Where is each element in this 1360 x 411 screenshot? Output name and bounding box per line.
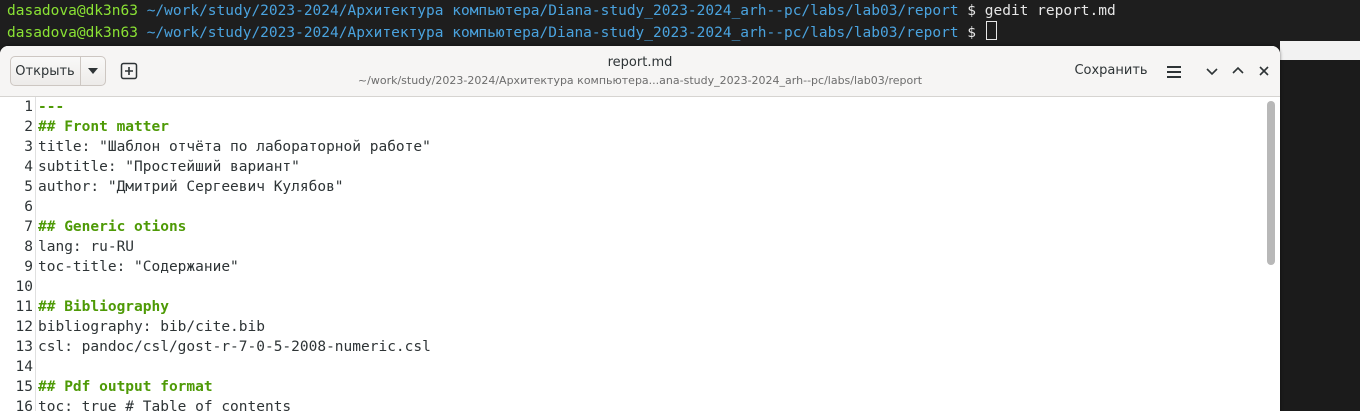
code-line[interactable]: ## Front matter	[38, 117, 169, 137]
minimize-icon[interactable]	[1205, 63, 1219, 77]
save-button[interactable]: Сохранить	[1066, 60, 1156, 82]
line-number: 4	[24, 159, 33, 175]
terminal-command: gedit report.md	[984, 3, 1116, 19]
close-icon[interactable]	[1257, 63, 1271, 77]
maximize-icon[interactable]	[1231, 63, 1245, 77]
line-number: 14	[15, 359, 33, 375]
line-number: 6	[24, 199, 33, 215]
terminal-path: ~/work/study/2023-2024/Архитектура компь…	[146, 3, 959, 19]
line-number: 1	[24, 99, 33, 115]
line-number: 9	[24, 259, 33, 275]
open-button-group: Открыть	[10, 56, 106, 86]
chevron-down-icon[interactable]	[81, 57, 106, 85]
scrollbar-thumb[interactable]	[1267, 101, 1275, 265]
window-subtitle: ~/work/study/2023-2024/Архитектура компь…	[357, 74, 923, 87]
terminal-line: dasadova@dk3n63 ~/work/study/2023-2024/А…	[7, 1, 1116, 21]
line-number: 8	[24, 239, 33, 255]
line-number: 16	[15, 399, 33, 411]
line-number: 2	[24, 119, 33, 135]
line-number: 11	[15, 299, 33, 315]
code-line[interactable]: csl: pandoc/csl/gost-r-7-0-5-2008-numeri…	[38, 337, 431, 357]
code-line[interactable]: toc: true # Table of contents	[38, 397, 291, 411]
line-number: 10	[15, 279, 33, 295]
code-line[interactable]: lang: ru-RU	[38, 237, 134, 257]
header-bar: Открыть report.md ~/work/study/2023-2024…	[0, 46, 1280, 97]
terminal-path: ~/work/study/2023-2024/Архитектура компь…	[146, 25, 959, 41]
terminal-prompt: $	[967, 25, 977, 41]
line-number: 7	[24, 219, 33, 235]
code-line[interactable]: author: "Дмитрий Сергеевич Кулябов"	[38, 177, 344, 197]
terminal-user-host: dasadova@dk3n63	[7, 25, 138, 41]
code-line[interactable]: subtitle: "Простейший вариант"	[38, 157, 300, 177]
open-button[interactable]: Открыть	[11, 57, 79, 85]
hamburger-menu-icon[interactable]	[1166, 64, 1182, 78]
line-number: 3	[24, 139, 33, 155]
line-number: 5	[24, 179, 33, 195]
terminal-prompt: $	[967, 3, 977, 19]
text-editor[interactable]: 1 --- 2 ## Front matter 3 title: "Шаблон от…	[0, 97, 1280, 411]
code-line[interactable]: title: "Шаблон отчёта по лабораторной ра…	[38, 137, 431, 157]
line-number: 13	[15, 339, 33, 355]
code-line[interactable]: ## Generic otions	[38, 217, 186, 237]
vertical-scrollbar[interactable]	[1264, 97, 1280, 411]
code-line[interactable]: ## Pdf output format	[38, 377, 213, 397]
terminal-user-host: dasadova@dk3n63	[7, 3, 138, 19]
line-number: 12	[15, 319, 33, 335]
new-tab-icon[interactable]	[118, 60, 140, 82]
background-window-edge	[1280, 41, 1360, 60]
code-line[interactable]: ---	[38, 97, 64, 117]
code-line[interactable]: ## Bibliography	[38, 297, 169, 317]
terminal-line: dasadova@dk3n63 ~/work/study/2023-2024/А…	[7, 21, 997, 41]
window-title: report.md	[607, 55, 673, 70]
terminal-cursor	[985, 21, 997, 40]
code-line[interactable]: toc-title: "Содержание"	[38, 257, 239, 277]
code-line[interactable]: bibliography: bib/cite.bib	[38, 317, 265, 337]
line-number: 15	[15, 379, 33, 395]
gedit-window[interactable]: Открыть report.md ~/work/study/2023-2024…	[0, 46, 1280, 411]
